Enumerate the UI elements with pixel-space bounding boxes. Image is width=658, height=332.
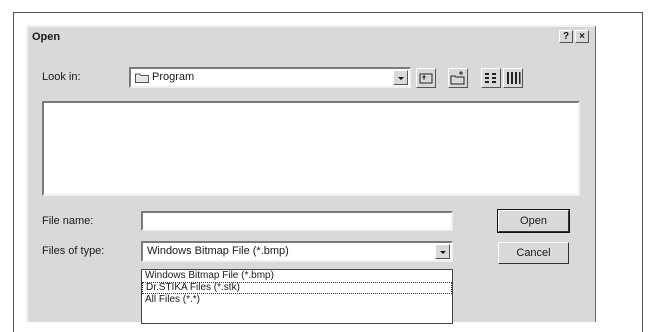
file-type-option[interactable]: All Files (*.*) [142,294,452,306]
up-one-level-button[interactable] [416,68,436,88]
details-view-icon [507,72,521,84]
close-button[interactable]: × [575,30,589,43]
files-of-type-label: Files of type: [42,245,105,257]
open-button[interactable]: Open [497,209,570,233]
file-type-dropdown-list: Windows Bitmap File (*.bmp) Dr.STIKA Fil… [141,269,453,324]
dialog-title: Open [32,31,61,43]
file-name-input[interactable] [141,211,453,231]
new-folder-icon [450,71,465,85]
cancel-button[interactable]: Cancel [498,242,569,264]
look-in-arrow-icon[interactable] [393,70,408,85]
files-of-type-arrow-icon[interactable] [435,244,450,259]
look-in-text: Program [152,71,195,83]
look-in-dropdown[interactable]: Program [129,67,411,88]
file-list[interactable] [42,101,580,196]
look-in-label: Look in: [42,71,81,83]
file-type-option[interactable]: Windows Bitmap File (*.bmp) [142,270,452,282]
folder-icon [135,73,149,83]
files-of-type-value: Windows Bitmap File (*.bmp) [147,245,289,257]
help-button[interactable]: ? [559,30,573,43]
look-in-value: Program [135,71,194,83]
file-name-label: File name: [42,215,94,227]
file-type-option[interactable]: Dr.STIKA Files (*.stk) [142,282,452,294]
files-of-type-dropdown[interactable]: Windows Bitmap File (*.bmp) [141,241,453,262]
new-folder-button[interactable] [448,68,468,88]
open-dialog: Open ? × Look in: Program File name: Fil… [26,25,596,324]
up-folder-icon [419,73,433,84]
title-buttons: ? × [559,30,589,43]
list-view-button[interactable] [481,68,501,88]
details-view-button[interactable] [503,68,523,88]
list-view-icon [485,73,496,83]
